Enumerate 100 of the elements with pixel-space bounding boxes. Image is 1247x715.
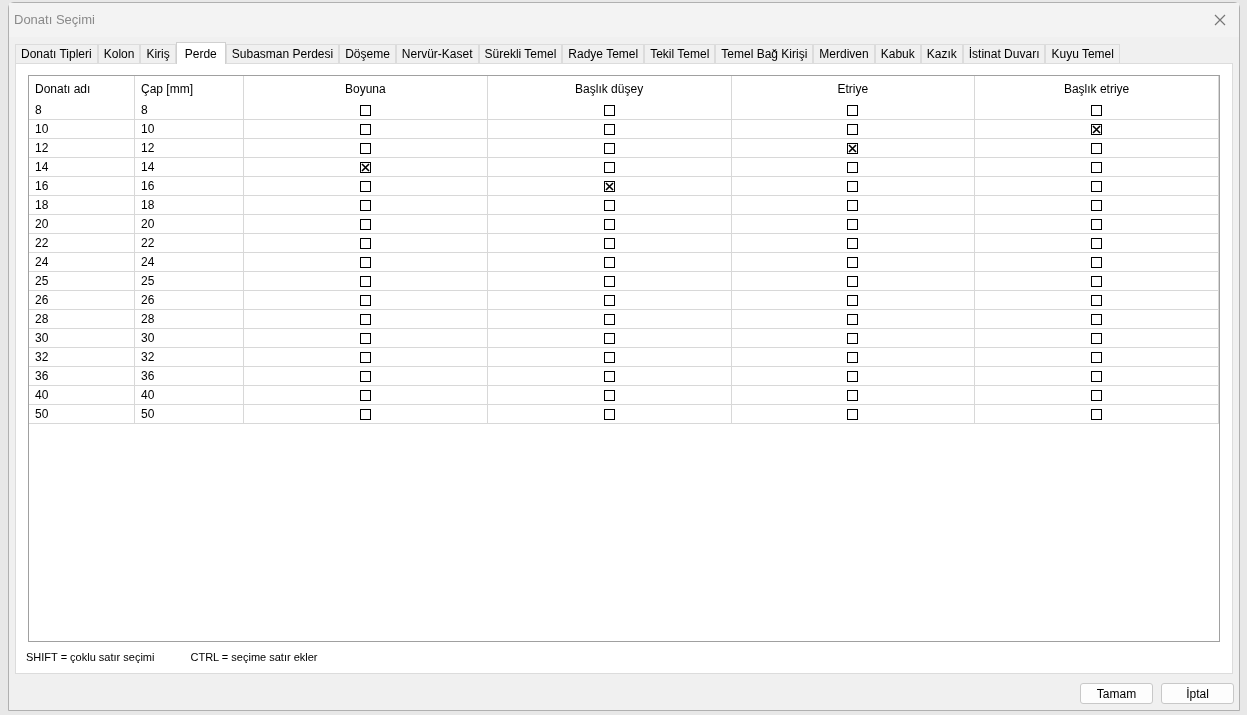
checkbox[interactable]: [603, 332, 615, 344]
table-cell: 14: [135, 158, 244, 176]
checkbox[interactable]: [1091, 351, 1103, 363]
checkbox[interactable]: [847, 218, 859, 230]
dialog-button[interactable]: İptal: [1161, 683, 1234, 704]
checkbox[interactable]: [603, 389, 615, 401]
checkbox[interactable]: [603, 180, 615, 192]
table-cell: 40: [29, 386, 135, 404]
table-cell: 25: [29, 272, 135, 290]
tab[interactable]: Subasman Perdesi: [225, 44, 340, 63]
checkbox[interactable]: [359, 104, 371, 116]
checkbox[interactable]: [359, 142, 371, 154]
checkbox[interactable]: [359, 389, 371, 401]
checkbox[interactable]: [847, 275, 859, 287]
checkbox[interactable]: [847, 332, 859, 344]
column-header[interactable]: Boyuna: [244, 76, 488, 101]
checkbox[interactable]: [1091, 408, 1103, 420]
checkbox[interactable]: [603, 218, 615, 230]
checkbox[interactable]: [1091, 142, 1103, 154]
checkbox[interactable]: [603, 275, 615, 287]
checkbox[interactable]: [847, 389, 859, 401]
checkbox[interactable]: [603, 161, 615, 173]
checkbox[interactable]: [1091, 370, 1103, 382]
tab[interactable]: Kabuk: [874, 44, 921, 63]
checkbox[interactable]: [847, 180, 859, 192]
checkbox[interactable]: [1091, 275, 1103, 287]
tab[interactable]: Kolon: [97, 44, 141, 63]
checkbox[interactable]: [847, 161, 859, 173]
checkbox[interactable]: [359, 199, 371, 211]
checkbox[interactable]: [1091, 180, 1103, 192]
checkbox[interactable]: [359, 161, 371, 173]
column-header[interactable]: Etriye: [731, 76, 976, 101]
checkbox[interactable]: [603, 351, 615, 363]
tab[interactable]: Temel Bağ Kirişi: [715, 44, 814, 63]
tab[interactable]: İstinat Duvarı: [962, 44, 1046, 63]
checkbox[interactable]: [1091, 237, 1103, 249]
checkbox[interactable]: [847, 294, 859, 306]
checkbox[interactable]: [603, 256, 615, 268]
checkbox[interactable]: [603, 370, 615, 382]
tab[interactable]: Tekil Temel: [644, 44, 716, 63]
checkbox[interactable]: [1091, 123, 1103, 135]
checkbox[interactable]: [1091, 199, 1103, 211]
checkbox[interactable]: [1091, 104, 1103, 116]
checkbox[interactable]: [847, 104, 859, 116]
checkbox[interactable]: [359, 237, 371, 249]
checkbox[interactable]: [603, 142, 615, 154]
checkbox[interactable]: [1091, 161, 1103, 173]
checkbox[interactable]: [359, 294, 371, 306]
table-cell: 26: [29, 291, 135, 309]
tab[interactable]: Nervür-Kaset: [395, 44, 479, 63]
tab[interactable]: Perde: [175, 42, 226, 64]
checkbox[interactable]: [603, 104, 615, 116]
checkbox[interactable]: [359, 275, 371, 287]
checkbox[interactable]: [1091, 218, 1103, 230]
checkbox[interactable]: [359, 408, 371, 420]
checkbox[interactable]: [359, 332, 371, 344]
tab[interactable]: Donatı Tipleri: [15, 44, 98, 63]
column-header[interactable]: Başlık etriye: [975, 76, 1219, 101]
checkbox[interactable]: [603, 237, 615, 249]
checkbox[interactable]: [603, 199, 615, 211]
checkbox[interactable]: [359, 313, 371, 325]
checkbox[interactable]: [847, 237, 859, 249]
checkbox[interactable]: [603, 313, 615, 325]
tab[interactable]: Merdiven: [813, 44, 875, 63]
tab[interactable]: Radye Temel: [562, 44, 645, 63]
checkbox[interactable]: [359, 256, 371, 268]
checkbox[interactable]: [847, 370, 859, 382]
checkbox[interactable]: [1091, 332, 1103, 344]
checkbox[interactable]: [847, 199, 859, 211]
checkbox[interactable]: [847, 123, 859, 135]
checkbox[interactable]: [1091, 313, 1103, 325]
tab[interactable]: Kazık: [920, 44, 963, 63]
table-cell: 32: [135, 348, 244, 366]
tab[interactable]: Kuyu Temel: [1045, 44, 1120, 63]
checkbox[interactable]: [603, 408, 615, 420]
close-icon[interactable]: [1214, 14, 1226, 26]
checkbox[interactable]: [359, 351, 371, 363]
checkbox[interactable]: [847, 313, 859, 325]
checkbox[interactable]: [359, 218, 371, 230]
checkbox[interactable]: [359, 370, 371, 382]
checkbox[interactable]: [603, 294, 615, 306]
column-header[interactable]: Donatı adı: [29, 76, 135, 101]
table-cell: 30: [29, 329, 135, 347]
checkbox[interactable]: [1091, 256, 1103, 268]
checkbox[interactable]: [359, 123, 371, 135]
checkbox[interactable]: [847, 142, 859, 154]
column-header[interactable]: Çap [mm]: [135, 76, 244, 101]
checkbox[interactable]: [603, 123, 615, 135]
tab[interactable]: Sürekli Temel: [478, 44, 563, 63]
checkbox[interactable]: [847, 351, 859, 363]
tab[interactable]: Döşeme: [339, 44, 396, 63]
checkbox[interactable]: [1091, 389, 1103, 401]
checkbox[interactable]: [847, 408, 859, 420]
tab[interactable]: Kiriş: [140, 44, 176, 63]
table-cell: 50: [29, 405, 135, 423]
checkbox[interactable]: [359, 180, 371, 192]
checkbox[interactable]: [847, 256, 859, 268]
dialog-button[interactable]: Tamam: [1080, 683, 1153, 704]
column-header[interactable]: Başlık düşey: [487, 76, 732, 101]
checkbox[interactable]: [1091, 294, 1103, 306]
